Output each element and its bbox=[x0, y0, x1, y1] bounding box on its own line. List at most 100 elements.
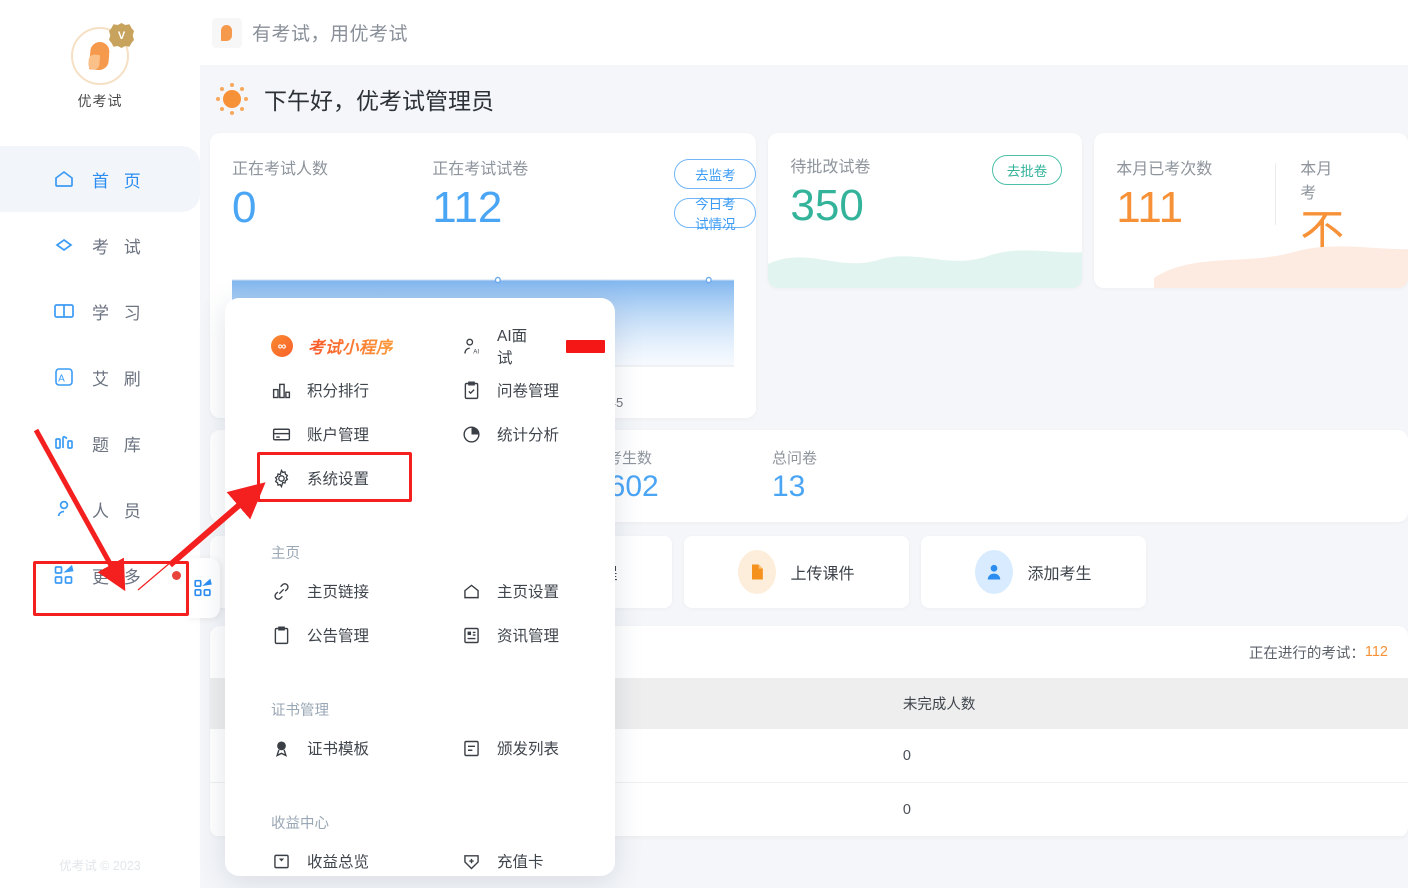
sidebar-collapse-tab[interactable] bbox=[186, 558, 220, 618]
sidebar-item-study[interactable]: 学 习 bbox=[0, 278, 200, 344]
ranking-icon bbox=[272, 383, 291, 398]
annotation-highlight-system-settings bbox=[257, 452, 412, 502]
stat-label: 待批改试卷 bbox=[790, 159, 871, 176]
menu-item-home-link[interactable]: 主页链接 bbox=[225, 569, 415, 613]
menu-item-survey[interactable]: 问卷管理 bbox=[415, 368, 605, 412]
survey-icon bbox=[464, 380, 479, 399]
sidebar-item-label: 人 员 bbox=[92, 501, 146, 521]
total-item: 总问卷 13 bbox=[750, 447, 930, 506]
letter-a-icon: A bbox=[55, 368, 73, 386]
cell-incomplete: 0 bbox=[880, 729, 1408, 783]
menu-item-label: AI面试 bbox=[497, 328, 528, 367]
menu-section-title-revenue: 收益中心 bbox=[271, 816, 329, 832]
menu-item-label: 公告管理 bbox=[307, 628, 370, 645]
menu-item-label: 统计分析 bbox=[497, 427, 560, 444]
menu-item-certificate-template[interactable]: 证书模板 bbox=[225, 726, 415, 770]
quick-action-add-student[interactable]: 添加考生 bbox=[921, 536, 1146, 608]
menu-item-points-ranking[interactable]: 积分排行 bbox=[225, 368, 415, 412]
menu-item-label: 账户管理 bbox=[307, 427, 370, 444]
svg-text:AI: AI bbox=[473, 348, 479, 355]
news-icon bbox=[464, 627, 479, 643]
go-grade-button[interactable]: 去批卷 bbox=[991, 155, 1063, 185]
menu-item-label: 问卷管理 bbox=[497, 383, 560, 400]
sidebar-item-label: 题 库 bbox=[92, 435, 146, 455]
greeting-bar: 下午好，优考试管理员 bbox=[200, 65, 1408, 133]
summary-label: 正在进行的考试： bbox=[1248, 645, 1365, 662]
menu-item-revenue-overview[interactable]: 收益总览 bbox=[225, 839, 415, 883]
stat-value: 0 bbox=[232, 183, 257, 232]
grading-wave-decoration bbox=[768, 250, 1083, 288]
sidebar-nav: 首 页 考 试 学 习 A 艾 刷 题 库 人 员 更 多 bbox=[0, 138, 200, 608]
total-value: 3602 bbox=[592, 469, 659, 503]
more-menu-popup: ∞ 考试小程序 AI AI面试 积分排行 问卷管理 账户管理 统计分析 系统设置… bbox=[225, 298, 615, 876]
sidebar-item-aishua[interactable]: A 艾 刷 bbox=[0, 344, 200, 410]
sidebar-item-question-bank[interactable]: 题 库 bbox=[0, 410, 200, 476]
app-root: V 优考试 首 页 考 试 学 习 A 艾 刷 题 库 人 员 更 多 优考试 … bbox=[0, 0, 1408, 888]
clipboard-icon bbox=[274, 625, 289, 644]
list-doc-icon bbox=[464, 740, 479, 756]
live-paper-stat: 正在考试试卷 112 bbox=[432, 155, 572, 237]
menu-section-title-certificate: 证书管理 bbox=[271, 703, 329, 719]
month-card: 本月已考次数 111 本月考 不 bbox=[1094, 133, 1408, 288]
sidebar-item-exam[interactable]: 考 试 bbox=[0, 212, 200, 278]
sidebar-item-people[interactable]: 人 员 bbox=[0, 476, 200, 542]
total-value: 13 bbox=[772, 469, 806, 503]
menu-item-news[interactable]: 资讯管理 bbox=[415, 613, 605, 657]
total-label: 总问卷 bbox=[772, 449, 818, 467]
cell-incomplete: 0 bbox=[880, 782, 1408, 837]
menu-item-recharge-card[interactable]: 充值卡 bbox=[415, 839, 605, 883]
live-people-stat: 正在考试人数 0 bbox=[232, 155, 372, 237]
go-proctor-button[interactable]: 去监考 bbox=[674, 159, 757, 189]
menu-item-statistics[interactable]: 统计分析 bbox=[415, 412, 605, 456]
redacted-badge bbox=[566, 339, 605, 353]
card-icon bbox=[272, 428, 291, 440]
home-icon bbox=[464, 583, 479, 598]
greeting-text: 下午好，优考试管理员 bbox=[264, 88, 494, 114]
annotation-highlight-more bbox=[33, 561, 189, 616]
menu-item-label: 充值卡 bbox=[497, 854, 544, 871]
folder-icon bbox=[738, 550, 777, 594]
menu-item-announcement[interactable]: 公告管理 bbox=[225, 613, 415, 657]
grading-card: 待批改试卷 350 去批卷 bbox=[768, 133, 1083, 288]
bar-chart-icon bbox=[55, 435, 73, 449]
quick-action-upload-courseware[interactable]: 上传课件 bbox=[684, 536, 909, 608]
wallet-icon bbox=[274, 854, 289, 868]
person-add-icon bbox=[975, 550, 1014, 594]
sidebar-item-label: 艾 刷 bbox=[92, 369, 146, 389]
menu-item-label: 积分排行 bbox=[307, 383, 370, 400]
top-bar: 有考试，用优考试 bbox=[200, 0, 1408, 65]
topbar-title: 有考试，用优考试 bbox=[252, 24, 409, 45]
menu-item-account[interactable]: 账户管理 bbox=[225, 412, 415, 456]
menu-item-mini-program[interactable]: ∞ 考试小程序 bbox=[225, 324, 415, 368]
menu-item-label: 资讯管理 bbox=[497, 628, 560, 645]
stat-label: 正在考试人数 bbox=[232, 161, 329, 178]
app-logo: V bbox=[71, 23, 134, 85]
summary-value: 112 bbox=[1364, 644, 1388, 660]
sidebar-item-home[interactable]: 首 页 bbox=[0, 146, 200, 212]
user-icon bbox=[57, 500, 69, 517]
menu-item-ai-interview[interactable]: AI AI面试 bbox=[415, 324, 605, 368]
svg-text:A: A bbox=[58, 374, 70, 385]
month-wave-decoration bbox=[1154, 246, 1408, 288]
menu-item-issued-list[interactable]: 颁发列表 bbox=[415, 726, 605, 770]
menu-item-home-settings[interactable]: 主页设置 bbox=[415, 569, 605, 613]
pie-chart-icon bbox=[463, 425, 480, 443]
stat-value: 112 bbox=[432, 183, 503, 232]
today-exam-status-button[interactable]: 今日考试情况 bbox=[674, 197, 757, 232]
home-icon bbox=[55, 170, 73, 187]
menu-section-certificate: 证书模板 颁发列表 bbox=[225, 726, 615, 770]
ai-interview-icon: AI bbox=[464, 338, 479, 355]
stat-label: 本月考 bbox=[1300, 161, 1333, 202]
menu-item-label: 主页设置 bbox=[497, 584, 560, 601]
coupon-icon bbox=[464, 854, 479, 869]
book-icon bbox=[54, 304, 74, 318]
grading-stat: 待批改试卷 350 bbox=[790, 153, 870, 235]
menu-item-label: 颁发列表 bbox=[497, 741, 560, 758]
sidebar-item-label: 考 试 bbox=[92, 237, 146, 257]
verified-badge-icon: V bbox=[109, 23, 134, 48]
month-exam-count-stat: 本月已考次数 111 bbox=[1116, 155, 1265, 237]
topbar-logo-icon bbox=[212, 17, 242, 48]
medal-icon bbox=[275, 741, 288, 757]
menu-item-label: 考试小程序 bbox=[308, 334, 393, 358]
menu-item-label: 收益总览 bbox=[307, 854, 370, 871]
